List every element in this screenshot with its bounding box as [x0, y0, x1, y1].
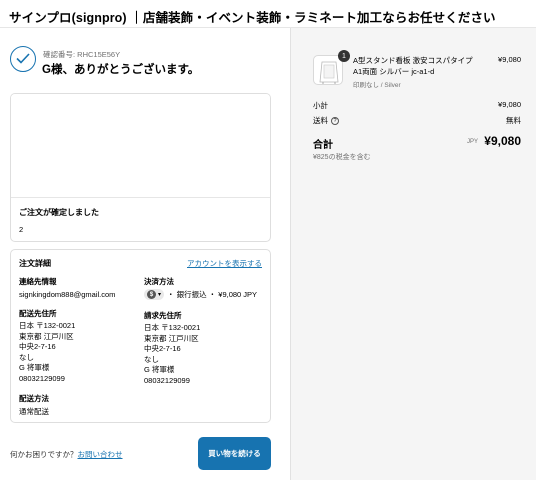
- shipping-address-label: 配送先住所: [19, 309, 57, 318]
- total-label: 合計: [313, 140, 333, 151]
- coin-icon: $: [147, 290, 156, 299]
- shipping-label: 送料: [313, 116, 328, 125]
- help-prompt: 何かお困りですか？: [10, 450, 78, 459]
- tax-note: ¥825の税金を含む: [313, 154, 371, 161]
- contact-us-link[interactable]: お問い合わせ: [78, 450, 123, 459]
- shipping-label-wrap: 送料?: [313, 115, 339, 126]
- subtotal-row: 小計 ¥9,080: [313, 100, 521, 111]
- contact-info-label: 連絡先情報: [19, 277, 57, 286]
- shipping-method-value: 通常配送: [19, 407, 49, 416]
- payment-badge: $ ▾: [144, 289, 165, 300]
- shipping-method-label: 配送方法: [19, 394, 49, 403]
- order-confirmed-title: ご注文が確定しました: [19, 208, 99, 217]
- contact-email: signkingdom888@gmail.com: [19, 290, 116, 299]
- billing-address: 日本 〒132-0021 東京都 江戸川区 中央2-7-16 なし G 将軍様 …: [144, 323, 200, 386]
- billing-address-label: 請求先住所: [144, 311, 182, 320]
- product-thumbnail: 1: [313, 50, 350, 85]
- order-confirmed-value: 2: [19, 225, 24, 234]
- continue-shopping-button[interactable]: 買い物を続ける: [198, 437, 271, 470]
- address-line: 東京都 江戸川区: [19, 331, 74, 341]
- order-summary-panel: 1 A型スタンド看板 激安コスパタイプ A1両面 シルバー jc-a1-d 印刷…: [290, 28, 536, 480]
- map-placeholder: [11, 94, 270, 198]
- payment-method-value: ・ 銀行振込 ・ ¥9,080 JPY: [167, 290, 258, 299]
- address-line: なし: [19, 352, 34, 362]
- thank-you-heading: G様、ありがとうございます。: [42, 64, 200, 76]
- order-details-card: 注文詳細 アカウントを表示する 連絡先情報 signkingdom888@gma…: [10, 249, 271, 423]
- store-header: サインプロ(signpro) ｜店舗装飾・イベント装飾・ラミネート加工ならお任せ…: [0, 0, 536, 28]
- order-details-title: 注文詳細: [19, 259, 51, 268]
- payment-method-row: $ ▾ ・ 銀行振込 ・ ¥9,080 JPY: [144, 289, 257, 300]
- product-name: A型スタンド看板 激安コスパタイプ A1両面 シルバー jc-a1-d: [353, 56, 473, 76]
- address-line: G 将軍様: [19, 363, 50, 372]
- address-line: 08032129099: [144, 375, 190, 385]
- address-line: 東京都 江戸川区: [144, 333, 199, 343]
- address-line: 日本 〒132-0021: [19, 321, 76, 330]
- help-question-icon[interactable]: ?: [331, 117, 339, 126]
- chevron-down-icon: ▾: [158, 292, 162, 298]
- payment-method-label: 決済方法: [144, 277, 174, 286]
- store-brand-name[interactable]: サインプロ(signpro) ｜店舗装飾・イベント装飾・ラミネート加工ならお任せ…: [9, 7, 496, 26]
- order-confirmed-card: ご注文が確定しました 2: [10, 93, 271, 242]
- shipping-value: 無料: [506, 116, 521, 125]
- subtotal-label: 小計: [313, 101, 328, 110]
- view-account-link[interactable]: アカウントを表示する: [187, 258, 262, 269]
- subtotal-value: ¥9,080: [498, 100, 521, 109]
- checkmark-circle-icon: [10, 46, 36, 72]
- shipping-row: 送料? 無料: [313, 115, 521, 126]
- total-currency: JPY: [466, 139, 478, 145]
- address-line: 中央2-7-16: [19, 342, 56, 351]
- confirmation-number: 確認番号: RHC15E56Y: [43, 50, 121, 59]
- help-text: 何かお困りですか？お問い合わせ: [10, 449, 123, 460]
- address-line: なし: [144, 354, 159, 364]
- shipping-address: 日本 〒132-0021 東京都 江戸川区 中央2-7-16 なし G 将軍様 …: [19, 321, 75, 384]
- address-line: 中央2-7-16: [144, 344, 181, 353]
- address-line: 日本 〒132-0021: [144, 323, 201, 332]
- product-price: ¥9,080: [498, 55, 521, 64]
- total-value: ¥9,080: [484, 134, 521, 148]
- product-variant: 印刷なし / Silver: [353, 82, 401, 89]
- address-line: 08032129099: [19, 373, 65, 383]
- address-line: G 将軍様: [144, 365, 175, 374]
- quantity-badge: 1: [338, 50, 350, 62]
